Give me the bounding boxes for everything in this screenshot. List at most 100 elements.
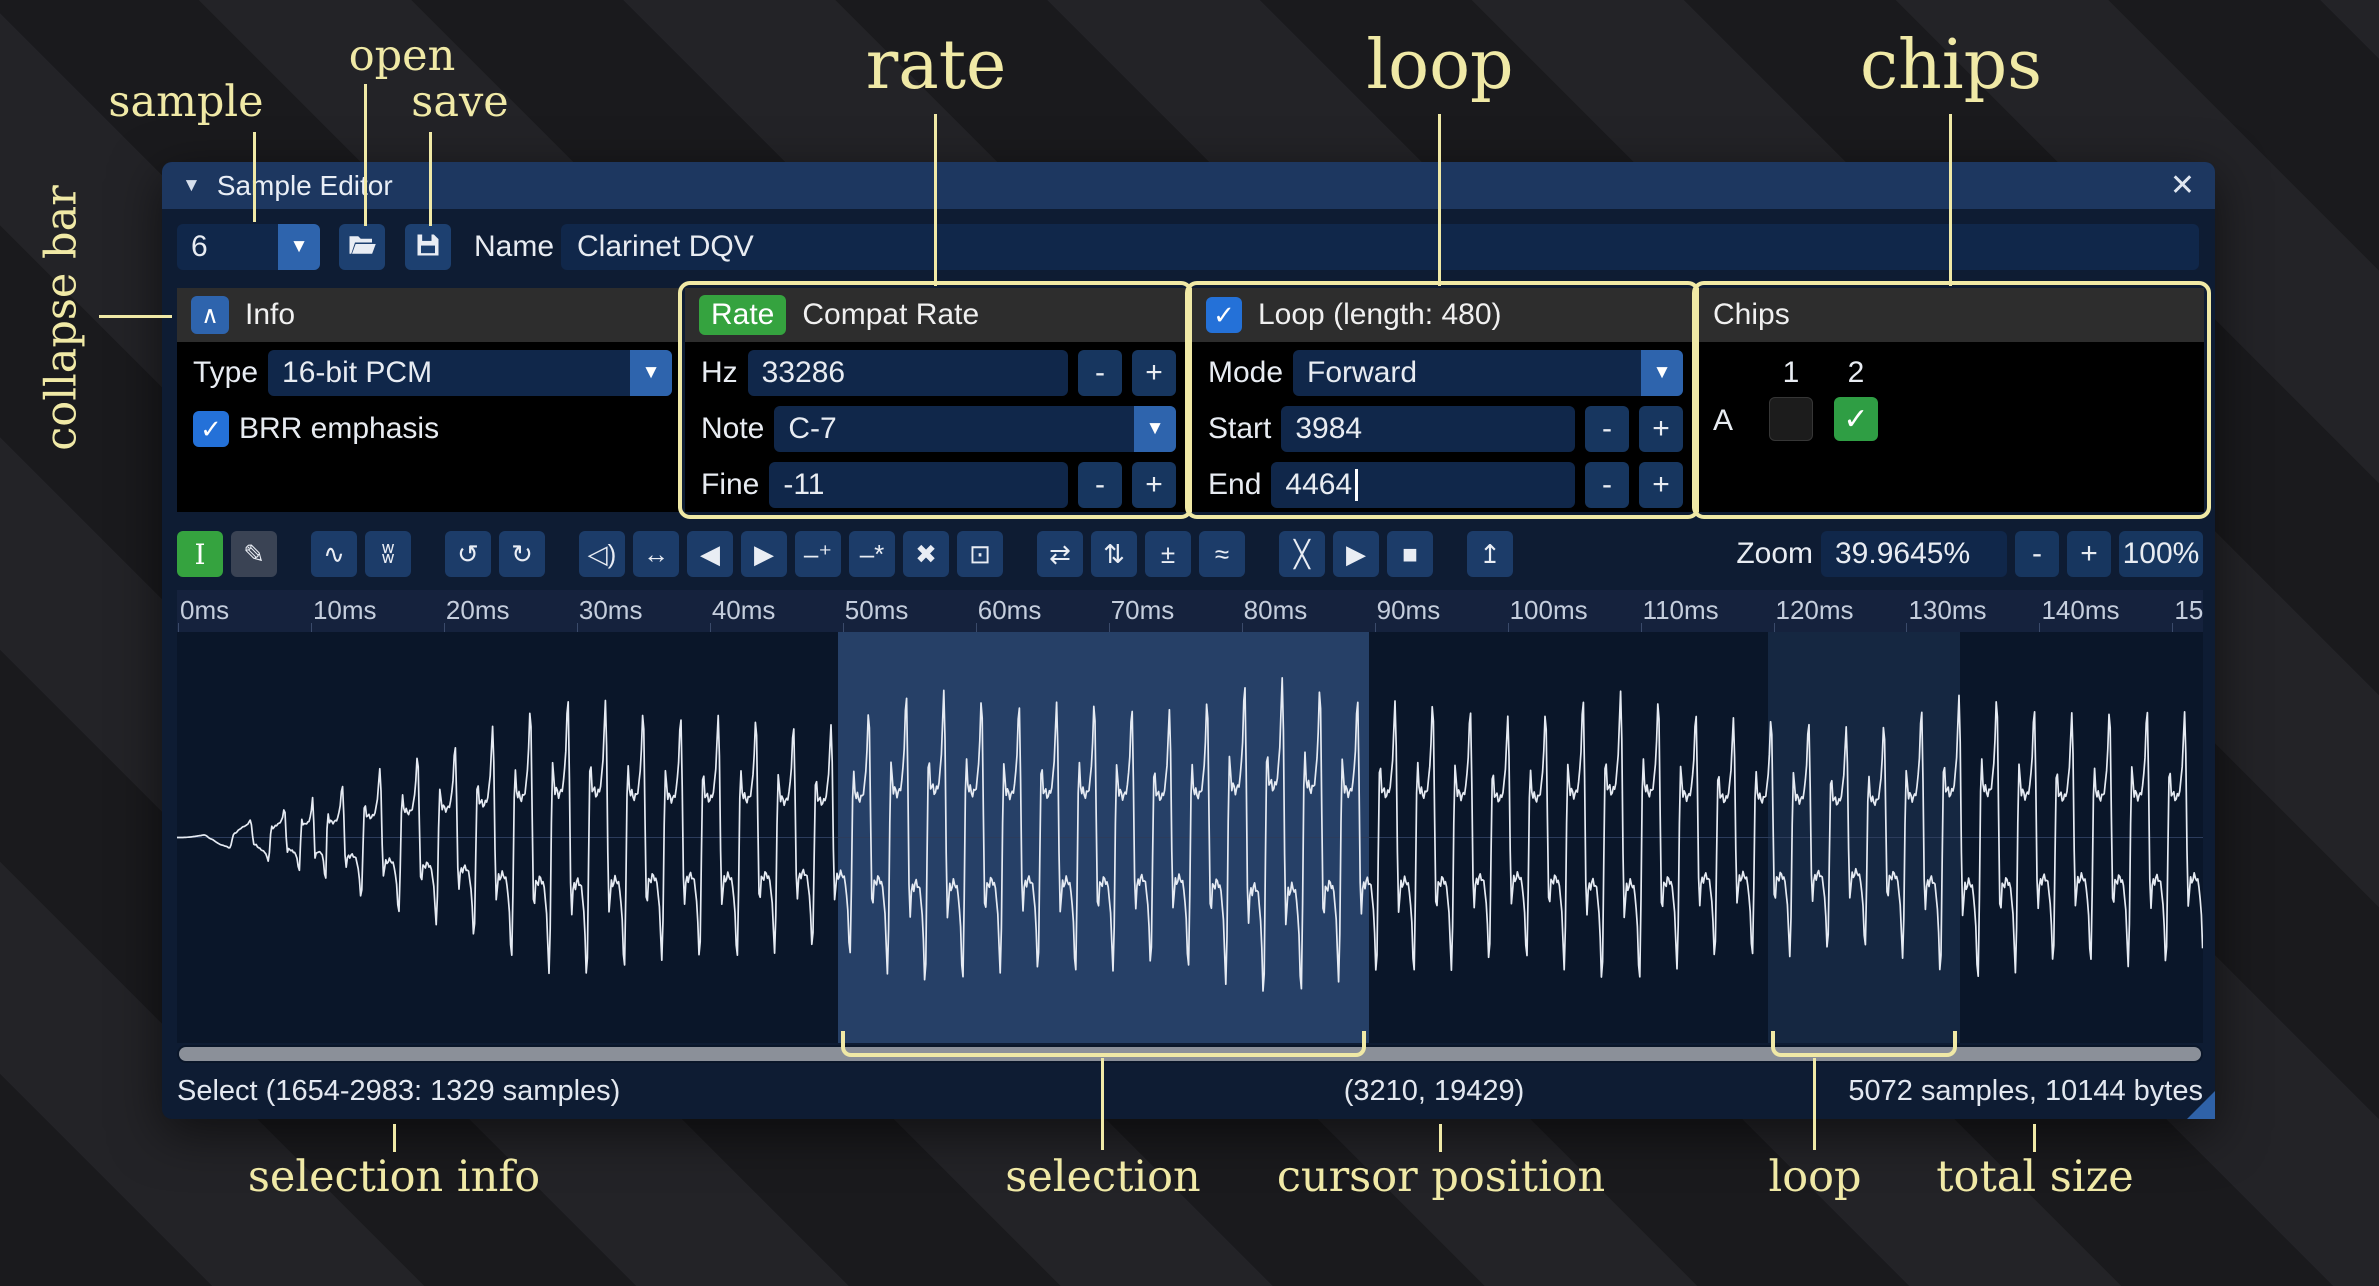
annotation-line-save xyxy=(429,132,432,226)
select-mode-icon: I xyxy=(194,538,205,571)
loop-mode-value: Forward xyxy=(1293,350,1641,396)
resample-button[interactable]: ∿ xyxy=(311,531,357,577)
draw-mode-icon: ✎ xyxy=(243,539,265,570)
ruler-label: 110ms xyxy=(1643,595,1719,626)
loop-start-plus-button[interactable]: + xyxy=(1639,406,1683,452)
annotation-open: open xyxy=(349,34,456,79)
collapse-info-button[interactable]: ∧ xyxy=(191,296,229,334)
sample-select-value: 6 xyxy=(177,224,278,270)
loop-end-plus-button[interactable]: + xyxy=(1639,462,1683,508)
chips-panel: Chips 1 2 A ✓ xyxy=(1699,288,2204,512)
reverse-button[interactable]: ⇄ xyxy=(1037,531,1083,577)
brr-emphasis-checkbox[interactable]: ✓ xyxy=(193,411,229,447)
insert-silence-button[interactable]: –⁺ xyxy=(795,531,841,577)
note-label: Note xyxy=(701,412,764,446)
amplify-button[interactable]: ◁) xyxy=(579,531,625,577)
window-collapse-icon[interactable]: ▼ xyxy=(182,175,201,197)
annotation-line-chips xyxy=(1949,114,1952,286)
sample-name-input[interactable]: Clarinet DQV xyxy=(561,224,2199,270)
loop-enable-checkbox[interactable]: ✓ xyxy=(1206,297,1242,333)
chevron-down-icon[interactable]: ▼ xyxy=(630,350,672,396)
ruler-tick xyxy=(1242,623,1243,632)
annotation-line-total-size xyxy=(2033,1124,2036,1152)
preview-button[interactable]: ▶ xyxy=(1333,531,1379,577)
annotation-chips: chips xyxy=(1860,30,2042,101)
apply-silence-button[interactable]: –* xyxy=(849,531,895,577)
rate-panel-title: Compat Rate xyxy=(802,298,979,332)
filter-button[interactable]: ≈ xyxy=(1199,531,1245,577)
fade-in-button[interactable]: ◀ xyxy=(687,531,733,577)
hz-minus-button[interactable]: - xyxy=(1078,350,1122,396)
loop-mode-select[interactable]: Forward ▼ xyxy=(1293,350,1683,396)
draw-mode-button[interactable]: ✎ xyxy=(231,531,277,577)
hz-input[interactable]: 33286 xyxy=(748,350,1068,396)
invert-button[interactable]: ⇅ xyxy=(1091,531,1137,577)
sign-convert-button[interactable]: ± xyxy=(1145,531,1191,577)
ruler-label: 150 xyxy=(2174,595,2203,626)
ruler-tick xyxy=(311,623,312,632)
undo-button[interactable]: ↺ xyxy=(445,531,491,577)
loop-end-minus-button[interactable]: - xyxy=(1585,462,1629,508)
ruler-label: 80ms xyxy=(1244,595,1308,626)
hz-plus-button[interactable]: + xyxy=(1132,350,1176,396)
chips-panel-title: Chips xyxy=(1713,298,1790,332)
apply-silence-icon: –* xyxy=(860,539,885,570)
annotation-line-cursor-position xyxy=(1439,1124,1442,1152)
ruler-label: 140ms xyxy=(2041,595,2119,626)
rate-badge[interactable]: Rate xyxy=(699,295,786,335)
loop-start-label: Start xyxy=(1208,412,1271,446)
redo-icon: ↻ xyxy=(511,539,533,570)
annotation-line-selection-info xyxy=(393,1124,396,1152)
stop-preview-button[interactable]: ■ xyxy=(1387,531,1433,577)
ruler-tick xyxy=(1508,623,1509,632)
chevron-down-icon[interactable]: ▼ xyxy=(278,224,320,270)
loop-start-minus-button[interactable]: - xyxy=(1585,406,1629,452)
waveform-display[interactable] xyxy=(177,632,2203,1043)
cursor-position-text: (3210, 19429) xyxy=(1344,1075,1525,1108)
loop-end-input[interactable]: 4464 xyxy=(1271,462,1575,508)
open-sample-button[interactable] xyxy=(339,224,385,270)
save-sample-button[interactable] xyxy=(405,224,451,270)
annotation-rate: rate xyxy=(866,30,1007,101)
chip-1-checkbox[interactable] xyxy=(1769,397,1813,441)
annotation-loop: loop xyxy=(1366,30,1513,101)
crossfade-button[interactable]: ╳ xyxy=(1279,531,1325,577)
chevron-down-icon[interactable]: ▼ xyxy=(1641,350,1683,396)
chip-2-checkbox[interactable]: ✓ xyxy=(1834,397,1878,441)
trim-button[interactable]: ⊡ xyxy=(957,531,1003,577)
resize-grip[interactable] xyxy=(2187,1091,2215,1119)
loop-end-value: 4464 xyxy=(1285,468,1352,502)
export-sample-icon: ↥ xyxy=(1479,539,1501,570)
timeline-ruler[interactable]: 0ms10ms20ms30ms40ms50ms60ms70ms80ms90ms1… xyxy=(177,590,2203,632)
select-mode-button[interactable]: I xyxy=(177,531,223,577)
fade-out-button[interactable]: ▶ xyxy=(741,531,787,577)
create-wavetable-button[interactable]: ʬ xyxy=(365,531,411,577)
export-sample-button[interactable]: ↥ xyxy=(1467,531,1513,577)
ruler-tick xyxy=(1375,623,1376,632)
name-label: Name xyxy=(474,224,554,270)
redo-button[interactable]: ↻ xyxy=(499,531,545,577)
floppy-disk-icon xyxy=(414,231,442,264)
sample-editor-window: ▼ Sample Editor ✕ 6 ▼ Name Clarinet DQV … xyxy=(162,162,2215,1119)
normalize-button[interactable]: ↔ xyxy=(633,531,679,577)
chip-column-1: 1 xyxy=(1769,356,1813,390)
loop-bracket xyxy=(1771,1031,1957,1057)
note-select[interactable]: C-7 ▼ xyxy=(774,406,1176,452)
sample-select[interactable]: 6 ▼ xyxy=(177,224,320,270)
annotation-line-selection xyxy=(1101,1058,1104,1150)
fine-input[interactable]: -11 xyxy=(769,462,1068,508)
annotation-selection-info: selection info xyxy=(248,1155,540,1200)
fine-minus-button[interactable]: - xyxy=(1078,462,1122,508)
sample-type-select[interactable]: 16-bit PCM ▼ xyxy=(268,350,672,396)
chevron-down-icon[interactable]: ▼ xyxy=(1134,406,1176,452)
loop-start-input[interactable]: 3984 xyxy=(1281,406,1575,452)
annotation-sample: sample xyxy=(108,80,263,125)
filter-icon: ≈ xyxy=(1215,539,1229,570)
delete-button[interactable]: ✖ xyxy=(903,531,949,577)
folder-open-icon xyxy=(347,230,377,265)
fine-plus-button[interactable]: + xyxy=(1132,462,1176,508)
ruler-tick xyxy=(2172,623,2173,632)
annotation-line-loop-marker xyxy=(1813,1058,1816,1150)
window-titlebar[interactable]: ▼ Sample Editor ✕ xyxy=(162,162,2215,209)
close-icon[interactable]: ✕ xyxy=(2170,168,2195,203)
